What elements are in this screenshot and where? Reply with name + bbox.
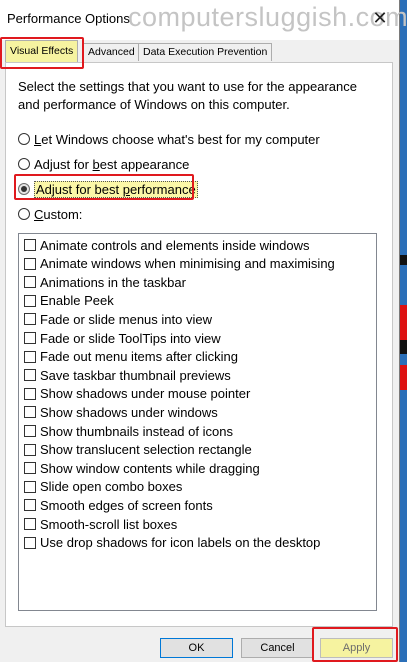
list-item[interactable]: Show translucent selection rectangle — [24, 441, 252, 459]
checkbox[interactable] — [24, 369, 36, 382]
background-shape — [400, 255, 407, 265]
checkbox[interactable] — [24, 443, 36, 456]
checkbox[interactable] — [24, 294, 36, 307]
list-item[interactable]: Smooth-scroll list boxes — [24, 515, 177, 533]
background-shape — [400, 365, 407, 390]
list-item[interactable]: Enable Peek — [24, 292, 114, 310]
background-desktop-strip — [400, 0, 407, 662]
checkbox[interactable] — [24, 480, 36, 493]
performance-options-dialog: Performance Options computersluggish.com… — [0, 0, 407, 662]
checkbox[interactable] — [24, 462, 36, 475]
list-item[interactable]: Save taskbar thumbnail previews — [24, 366, 231, 384]
title-bar[interactable]: Performance Options computersluggish.com… — [0, 0, 407, 40]
option-let-windows-choose[interactable]: Let Windows choose what's best for my co… — [18, 130, 320, 148]
instructions-text: Select the settings that you want to use… — [18, 79, 357, 112]
ok-button[interactable]: OK — [160, 638, 233, 658]
tab-highlight-annotation — [0, 37, 84, 69]
close-button[interactable]: ✕ — [368, 6, 392, 30]
checkbox[interactable] — [24, 425, 36, 437]
list-item[interactable]: Show window contents while dragging — [24, 459, 260, 477]
checkbox[interactable] — [24, 499, 36, 512]
apply-highlight-annotation — [312, 627, 398, 662]
option-best-appearance[interactable]: Adjust for best appearance — [18, 155, 189, 173]
option-highlight-annotation — [14, 174, 194, 200]
list-item[interactable]: Use drop shadows for icon labels on the … — [24, 534, 320, 552]
list-item[interactable]: Show shadows under mouse pointer — [24, 385, 250, 403]
checkbox[interactable] — [24, 239, 36, 251]
list-item[interactable]: Show shadows under windows — [24, 403, 218, 421]
checkbox[interactable] — [24, 350, 36, 363]
watermark-text: computersluggish.com — [128, 2, 407, 32]
close-icon: ✕ — [372, 8, 388, 28]
list-item[interactable]: Animate controls and elements inside win… — [24, 236, 310, 254]
list-item[interactable]: Smooth edges of screen fonts — [24, 496, 213, 514]
checkbox[interactable] — [24, 406, 36, 419]
list-item[interactable]: Fade or slide ToolTips into view — [24, 329, 221, 347]
tab-advanced[interactable]: Advanced — [83, 43, 140, 61]
list-item[interactable]: Fade or slide menus into view — [24, 310, 212, 328]
visual-effects-list[interactable]: Animate controls and elements inside win… — [18, 233, 377, 611]
list-item[interactable]: Slide open combo boxes — [24, 478, 182, 496]
option-label: Custom: — [34, 206, 83, 222]
list-item[interactable]: Animations in the taskbar — [24, 273, 186, 291]
option-label: Adjust for best appearance — [34, 156, 190, 172]
list-item[interactable]: Fade out menu items after clicking — [24, 348, 238, 366]
checkbox[interactable] — [24, 518, 36, 530]
window-title: Performance Options — [7, 11, 130, 26]
background-shape — [400, 340, 407, 354]
option-label: Let Windows choose what's best for my co… — [34, 131, 320, 147]
checkbox[interactable] — [24, 332, 36, 344]
option-custom[interactable]: Custom: — [18, 205, 82, 223]
radio-custom[interactable] — [18, 208, 30, 220]
cancel-button[interactable]: Cancel — [241, 638, 314, 658]
checkbox[interactable] — [24, 276, 36, 289]
visual-effects-panel: Select the settings that you want to use… — [5, 62, 393, 627]
checkbox[interactable] — [24, 387, 36, 400]
radio-let-windows-choose[interactable] — [18, 133, 30, 145]
tab-data-execution-prevention[interactable]: Data Execution Prevention — [138, 43, 273, 61]
list-item[interactable]: Show thumbnails instead of icons — [24, 422, 233, 440]
checkbox[interactable] — [24, 313, 36, 326]
radio-best-appearance[interactable] — [18, 158, 30, 170]
background-shape — [400, 305, 407, 340]
list-item[interactable]: Animate windows when minimising and maxi… — [24, 255, 335, 273]
checkbox[interactable] — [24, 257, 36, 270]
checkbox[interactable] — [24, 536, 36, 549]
